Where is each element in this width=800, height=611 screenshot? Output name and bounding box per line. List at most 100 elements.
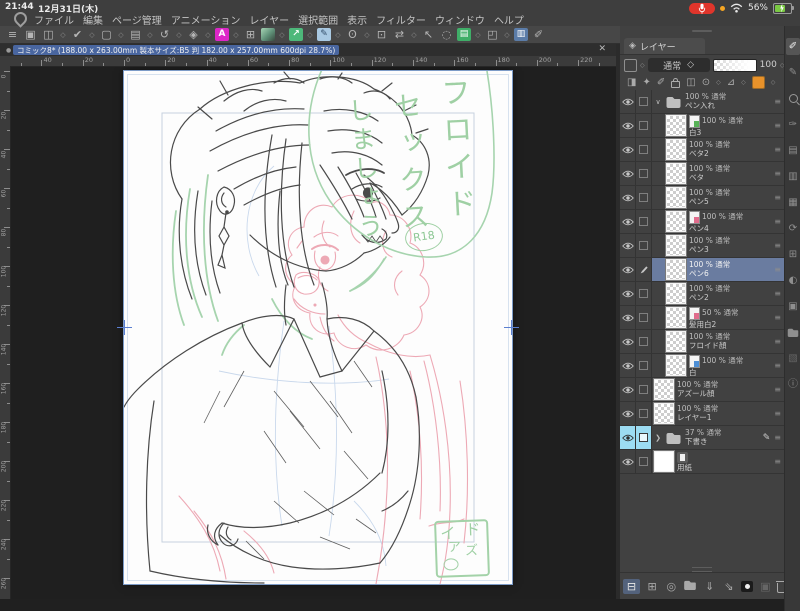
navigator-icon[interactable]: ◐ [786,272,800,289]
layer-content[interactable]: 100 % 通常 ペン2 ≡ [652,282,784,305]
layer-thumbnail[interactable] [666,355,686,376]
palette-option-toggle-icon[interactable]: ◇ [640,62,645,69]
layer-drag-handle[interactable]: ≡ [774,265,781,274]
set-as-draft-icon[interactable]: ✐ [657,77,665,88]
layer-checkbox[interactable] [636,450,652,473]
panel-drag-handle[interactable] [692,30,712,32]
toggle-13-icon[interactable]: ◇ [474,31,482,39]
lasso-select-icon[interactable]: ʘ [345,27,360,42]
layer-visibility-eye-icon[interactable] [620,426,636,449]
palette-dock-icon[interactable]: ⊟ [623,578,641,594]
ruler-visibility-stepper-icon[interactable]: ◇ [741,79,746,86]
layer-content[interactable]: 100 % 通常 アズール顔 ≡ [652,378,784,401]
open-file-icon[interactable] [786,324,800,341]
layer-thumbnail[interactable] [666,331,686,352]
layer-visibility-eye-icon[interactable] [620,210,636,233]
search-layer-icon[interactable]: ◰ [485,27,500,42]
menu-ウィンドウ[interactable]: ウィンドウ [435,12,485,27]
layer-thumbnail[interactable] [666,115,686,136]
lock-layer-icon[interactable] [671,77,681,88]
layer-content[interactable]: 100 % 通常白 ≡ [652,354,784,377]
layer-row-髪用白2[interactable]: 50 % 通常 髪用白2 ≡ [620,306,784,330]
toggle-11-icon[interactable]: ◇ [363,31,371,39]
layer-visibility-eye-icon[interactable] [620,402,636,425]
layer-content[interactable]: 100 % 通常 ペン3 ≡ [652,234,784,257]
new-folder-icon[interactable] [683,579,697,594]
layer-row-ペン4[interactable]: 100 % 通常 ペン4 ≡ [620,210,784,234]
set-as-reference-icon[interactable]: ✦ [642,77,650,88]
menu-アニメーション[interactable]: アニメーション [171,12,241,27]
grid-icon[interactable]: ⊞ [243,27,258,42]
brush-tool-icon[interactable]: ✐ [786,38,800,55]
menu-編集[interactable]: 編集 [83,12,103,27]
layer-checkbox[interactable] [636,186,652,209]
layer-thumbnail[interactable] [666,187,686,208]
menu-ファイル[interactable]: ファイル [34,12,74,27]
layer-color-icon[interactable] [751,75,765,89]
layer-row-レイヤー1[interactable]: 100 % 通常 レイヤー1 ≡ [620,402,784,426]
object-pointer-icon[interactable]: ↖ [421,27,436,42]
toggle-1-icon[interactable]: ◇ [59,31,67,39]
material-thumb-2-icon[interactable]: ↗ [289,28,303,41]
toggle-12-icon[interactable]: ◇ [410,31,418,39]
menu-表示[interactable]: 表示 [347,12,367,27]
layer-drag-handle[interactable]: ≡ [774,121,781,130]
layer-content[interactable]: 100 % 通常 ペン4 ≡ [652,210,784,233]
layer-drag-handle[interactable]: ≡ [774,97,781,106]
duplicate-icon[interactable]: ▧ [786,350,800,367]
rotate-canvas-icon[interactable]: ↺ [157,27,172,42]
layer-row-ベタ[interactable]: 100 % 通常 ベタ ≡ [620,162,784,186]
layer-row-白[interactable]: 100 % 通常白 ≡ [620,354,784,378]
horizontal-ruler[interactable]: 40 20 0 20 40 60 80 100 120 140 160 180 200 220 [0,56,616,67]
opacity-slider[interactable] [712,58,757,72]
layer-checkbox[interactable] [636,330,652,353]
toggle-4-icon[interactable]: ◇ [146,31,154,39]
toggle-3-icon[interactable]: ◇ [117,31,125,39]
layer-thumbnail[interactable] [666,235,686,256]
layer-row-ペン入れ[interactable]: ∨ 100 % 通常 ペン入れ ≡ [620,90,784,114]
layer-thumbnail[interactable] [654,451,674,472]
layer-content[interactable]: 100 % 通常 白3 ≡ [652,114,784,137]
material-palette-icon[interactable]: ▦ [786,194,800,211]
layer-drag-handle[interactable]: ≡ [774,409,781,418]
snap-pen-icon[interactable]: ✔ [70,27,85,42]
layer-drag-handle[interactable]: ≡ [774,217,781,226]
layer-row-用紙[interactable]: 用紙 ≡ [620,450,784,474]
layer-checkbox[interactable] [636,402,652,425]
clip-to-layer-below-icon[interactable]: ◨ [627,77,636,88]
layer-checkbox[interactable] [636,426,652,449]
pen-settings-icon[interactable]: ✐ [531,27,546,42]
layer-editing-pencil-icon[interactable] [636,258,652,281]
layer-checkbox[interactable] [636,210,652,233]
toggle-9-icon[interactable]: ◇ [306,31,314,39]
material-thumb-3-icon[interactable]: ✎ [317,28,331,41]
toggle-5-icon[interactable]: ◇ [175,31,183,39]
layer-thumbnail[interactable] [654,379,674,400]
layer-palette-icon[interactable]: ▤ [786,142,800,159]
document-tab[interactable]: コミック8* (188.00 x 263.00mm 製本サイズ:B5 判 182… [13,45,340,55]
layer-visibility-eye-icon[interactable] [620,306,636,329]
tool-property-icon[interactable]: ✑ [786,116,800,133]
layer-thumbnail[interactable] [666,283,686,304]
toggle-6-icon[interactable]: ◇ [204,31,212,39]
layer-thumbnail[interactable] [666,259,686,280]
menu-選択範囲[interactable]: 選択範囲 [298,12,338,27]
menu-フィルター[interactable]: フィルター [376,12,426,27]
layer-visibility-eye-icon[interactable] [620,90,636,113]
layer-content[interactable]: ❯ 37 % 通常 下書き ✎ ≡ [652,426,784,449]
transfer-to-below-icon[interactable]: ⇓ [703,579,717,594]
new-window-icon[interactable]: ▣ [23,27,38,42]
layer-row-ベタ2[interactable]: 100 % 通常 ベタ2 ≡ [620,138,784,162]
canvas-size-icon[interactable]: ▢ [99,27,114,42]
layer-drag-handle[interactable]: ≡ [774,289,781,298]
layer-row-フロイド顔[interactable]: 100 % 通常 フロイド顔 ≡ [620,330,784,354]
layer-row-ペン3[interactable]: 100 % 通常 ペン3 ≡ [620,234,784,258]
layer-thumbnail[interactable] [666,163,686,184]
layer-content[interactable]: 100 % 通常 ベタ2 ≡ [652,138,784,161]
merge-to-below-icon[interactable]: ⇘ [722,579,736,594]
layer-content[interactable]: 100 % 通常 ベタ ≡ [652,162,784,185]
layer-visibility-eye-icon[interactable] [620,258,636,281]
app-logo-icon[interactable] [11,9,30,28]
layer-drag-handle[interactable]: ≡ [774,433,781,442]
switch-window-icon[interactable]: ◫ [41,27,56,42]
